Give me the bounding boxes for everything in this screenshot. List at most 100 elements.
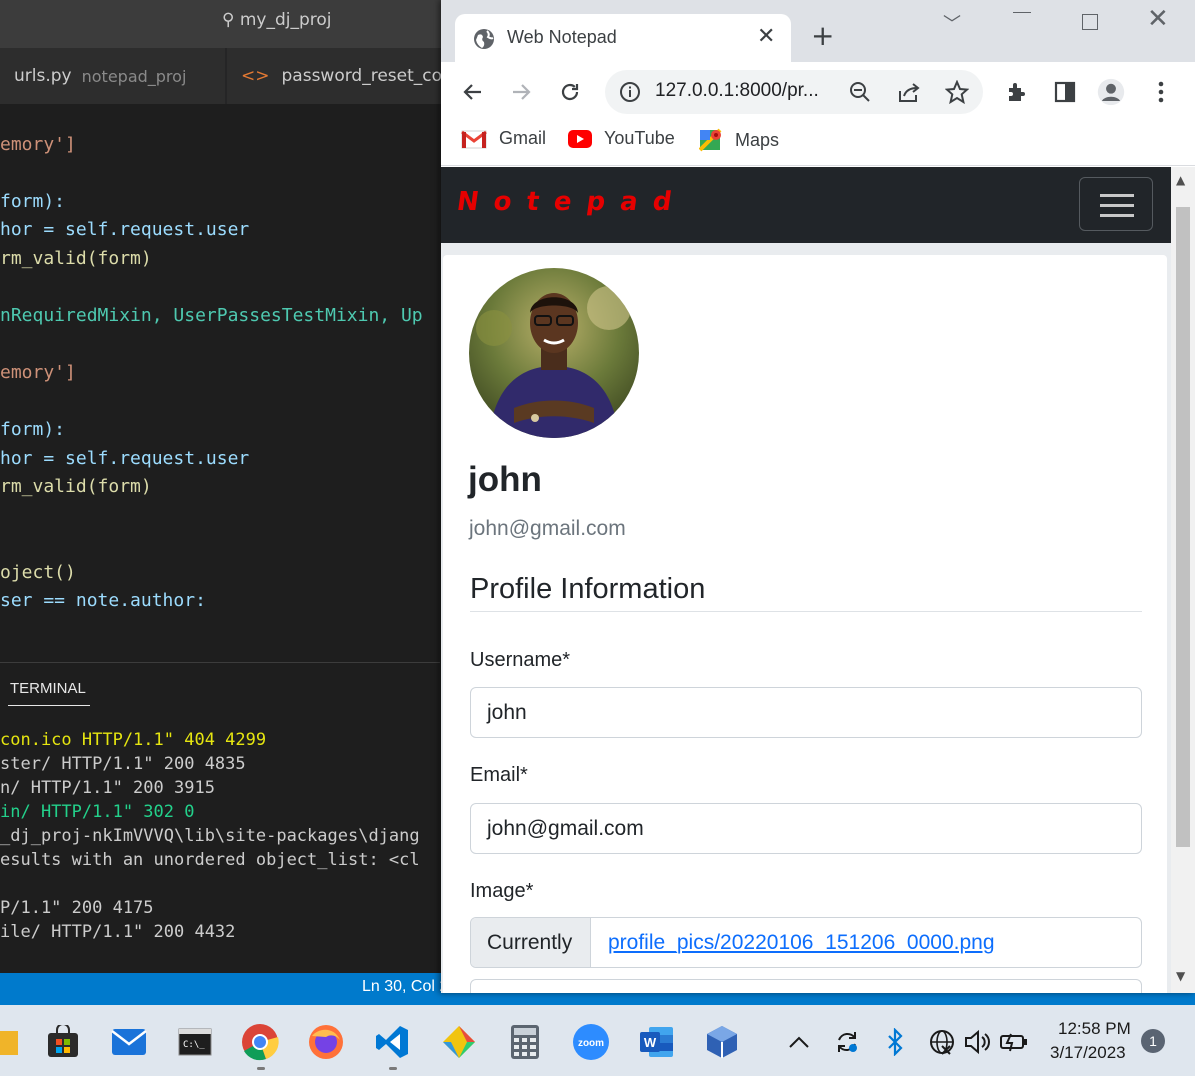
- zoom-icon[interactable]: zoom: [572, 1023, 610, 1061]
- maximize-icon[interactable]: [1082, 14, 1098, 30]
- calculator-icon[interactable]: [506, 1023, 544, 1061]
- clock-time[interactable]: 12:58 PM: [1058, 1019, 1131, 1039]
- gmail-icon: [461, 129, 487, 149]
- email-value: john@gmail.com: [487, 817, 644, 840]
- bookmark-label: Gmail: [499, 128, 547, 148]
- terminal-line: _dj_proj-nkImVVVQ\lib\site-packages\djan…: [0, 826, 420, 846]
- site-info-icon[interactable]: [619, 81, 641, 103]
- url-text: 127.0.0.1:8000/pr...: [655, 80, 819, 101]
- image-currently-label: Currently: [487, 931, 573, 954]
- bookmark-star-icon[interactable]: [945, 80, 969, 104]
- firefox-icon[interactable]: [307, 1023, 345, 1061]
- account-email: john@gmail.com: [469, 517, 626, 540]
- kebab-menu-icon[interactable]: [1147, 78, 1175, 106]
- battery-icon[interactable]: [995, 1023, 1033, 1061]
- mail-icon[interactable]: [110, 1023, 148, 1061]
- site-brand[interactable]: Notepad: [455, 187, 689, 217]
- navbar-toggler-button[interactable]: [1079, 177, 1153, 231]
- scroll-up-arrow-icon[interactable]: ▲: [1176, 173, 1185, 187]
- sync-icon[interactable]: [828, 1023, 866, 1061]
- bookmark-gmail[interactable]: Gmail: [461, 128, 546, 149]
- zoom-out-icon[interactable]: [849, 81, 871, 103]
- terminal-tab-indicator: [8, 705, 90, 706]
- running-indicator: [257, 1067, 265, 1070]
- image-current-group: Currently profile_pics/20220106_151206_0…: [470, 917, 1142, 968]
- clock-date[interactable]: 3/17/2023: [1050, 1043, 1126, 1063]
- globe-icon: [474, 29, 494, 49]
- terminal-line: ile/ HTTP/1.1" 200 4432: [0, 922, 236, 942]
- network-icon[interactable]: [923, 1023, 961, 1061]
- store-icon[interactable]: [44, 1023, 82, 1061]
- terminal-line: n/ HTTP/1.1" 200 3915: [0, 778, 215, 798]
- bookmarks-bar: Gmail YouTube Maps: [441, 120, 1195, 166]
- code-line: form):: [0, 191, 66, 212]
- image-currently-addon: Currently: [471, 918, 591, 967]
- scroll-thumb[interactable]: [1176, 207, 1190, 847]
- code-line: oject(): [0, 562, 76, 583]
- username-field[interactable]: john: [470, 687, 1142, 738]
- word-icon[interactable]: W: [638, 1023, 676, 1061]
- browser-tab-web-notepad[interactable]: Web Notepad ✕: [455, 14, 791, 62]
- avatar: [469, 268, 639, 438]
- tab-terminal[interactable]: TERMINAL: [10, 680, 86, 697]
- minimize-icon[interactable]: [1013, 12, 1031, 13]
- current-image-link[interactable]: profile_pics/20220106_151206_0000.png: [608, 931, 995, 955]
- vscode-icon[interactable]: [373, 1023, 411, 1061]
- maps-icon: [699, 128, 723, 152]
- reload-icon[interactable]: [556, 78, 584, 106]
- window-close-icon[interactable]: ✕: [1147, 4, 1169, 34]
- terminal-line: P/1.1" 200 4175: [0, 898, 154, 918]
- page-scrollbar[interactable]: ▲ ▼: [1171, 167, 1195, 993]
- notification-badge[interactable]: 1: [1141, 1029, 1165, 1053]
- side-panel-icon[interactable]: [1051, 78, 1079, 106]
- code-line: rm_valid(form): [0, 248, 152, 269]
- virtualbox-icon[interactable]: [703, 1023, 741, 1061]
- tab-urls-py[interactable]: urls.py notepad_proj: [0, 48, 225, 104]
- file-explorer-icon[interactable]: [0, 1023, 20, 1061]
- form-legend: Profile Information: [470, 573, 706, 605]
- html-file-icon: <>: [241, 66, 270, 86]
- share-icon[interactable]: [897, 81, 921, 103]
- terminal-line: esults with an unordered object_list: <c…: [0, 850, 420, 870]
- youtube-icon: [568, 129, 592, 148]
- back-icon[interactable]: [459, 78, 487, 106]
- chevron-up-icon[interactable]: [780, 1023, 818, 1061]
- code-line: form):: [0, 419, 66, 440]
- tab-search-icon[interactable]: ﹀: [943, 10, 961, 36]
- image-label: Image*: [470, 880, 534, 902]
- tab-label: password_reset_cor: [281, 66, 450, 86]
- command-center[interactable]: ⚲ my_dj_proj: [222, 10, 332, 30]
- extensions-icon[interactable]: [1003, 78, 1031, 106]
- hamburger-icon: [1100, 194, 1134, 197]
- code-line: ser == note.author:: [0, 590, 206, 611]
- scroll-down-arrow-icon[interactable]: ▼: [1176, 969, 1185, 983]
- bluetooth-icon[interactable]: [876, 1023, 914, 1061]
- code-line: hor = self.request.user: [0, 448, 250, 469]
- tab-title: Web Notepad: [507, 27, 617, 47]
- account-name: john: [468, 460, 542, 499]
- code-line: nRequiredMixin, UserPassesTestMixin, Up: [0, 305, 423, 326]
- forward-icon[interactable]: [507, 78, 535, 106]
- profile-icon[interactable]: [1097, 78, 1125, 106]
- volume-icon[interactable]: [958, 1023, 996, 1061]
- username-value: john: [487, 701, 527, 724]
- bookmark-label: Maps: [735, 129, 780, 150]
- bookmark-maps[interactable]: Maps: [699, 128, 779, 152]
- address-bar[interactable]: 127.0.0.1:8000/pr...: [605, 70, 983, 114]
- git-icon[interactable]: [440, 1023, 478, 1061]
- new-tab-button[interactable]: +: [811, 22, 834, 50]
- tab-label: urls.py: [14, 66, 72, 86]
- code-editor[interactable]: emory'] form): hor = self.request.user r…: [0, 134, 440, 662]
- chrome-window: Web Notepad ✕ + ﹀ ✕ 127.0.0.1:8000/pr...: [441, 0, 1195, 993]
- command-center-label: my_dj_proj: [239, 10, 332, 30]
- page-viewport[interactable]: Notepad john john@gmail.com Profile Info…: [441, 167, 1171, 993]
- email-label: Email*: [470, 764, 528, 786]
- profile-card: john john@gmail.com Profile Information …: [443, 255, 1167, 993]
- bookmark-youtube[interactable]: YouTube: [568, 128, 675, 149]
- close-icon[interactable]: ✕: [757, 24, 775, 49]
- terminal-line: con.ico HTTP/1.1" 404 4299: [0, 730, 267, 750]
- chrome-icon[interactable]: [241, 1023, 279, 1061]
- code-line: hor = self.request.user: [0, 219, 250, 240]
- terminal-icon[interactable]: C:\_: [176, 1023, 214, 1061]
- email-field[interactable]: john@gmail.com: [470, 803, 1142, 854]
